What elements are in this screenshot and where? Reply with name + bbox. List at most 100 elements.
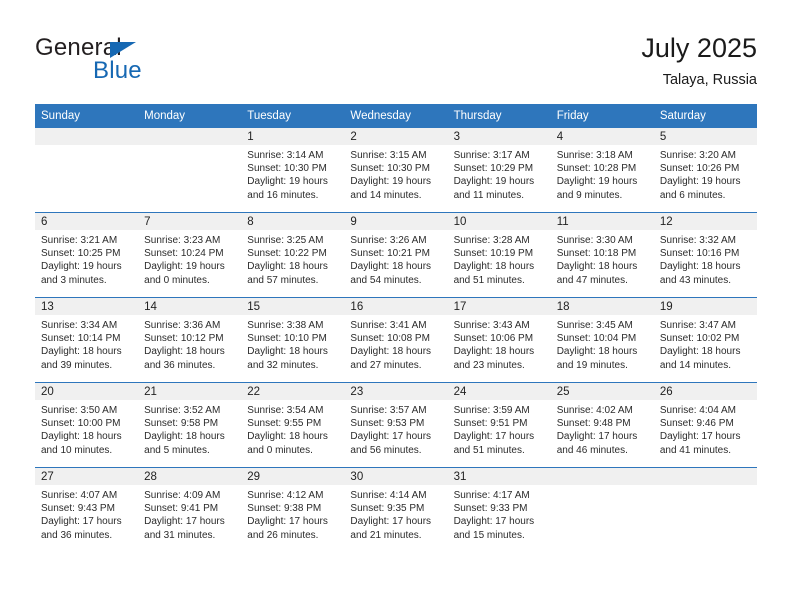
calendar-day-cell[interactable]: 8 Sunrise: 3:25 AM Sunset: 10:22 PM Dayligh… [241, 212, 345, 298]
daylight-text-line2: and 3 minutes. [41, 274, 107, 286]
day-number: 26 [653, 383, 757, 400]
weekday-header-sunday: Sunday [35, 104, 139, 128]
calendar-day-cell[interactable]: 31 Sunrise: 4:17 AM Sunset: 9:33 PM Dayligh… [447, 467, 551, 552]
calendar-day-cell[interactable]: 9 Sunrise: 3:26 AM Sunset: 10:21 PM Dayligh… [344, 212, 448, 298]
calendar-day-cell[interactable]: 18 Sunrise: 3:45 AM Sunset: 10:04 PM Daylig… [550, 297, 654, 383]
day-number: 29 [241, 468, 345, 485]
day-cell-inner [35, 128, 139, 212]
calendar-header-row: Sunday Monday Tuesday Wednesday Thursday Frid… [35, 104, 757, 128]
sunrise-text: Sunrise: 3:23 AM [144, 235, 221, 246]
day-details: Sunrise: 3:18 AM Sunset: 10:28 PM Daylight… [551, 145, 654, 202]
sunset-text: Sunset: 10:25 PM [41, 248, 121, 260]
day-cell-inner [138, 128, 242, 212]
calendar-day-cell[interactable]: 25 Sunrise: 4:02 AM Sunset: 9:48 PM Dayligh… [550, 382, 654, 468]
calendar-day-cell[interactable]: 28 Sunrise: 4:09 AM Sunset: 9:41 PM Dayligh… [138, 467, 242, 552]
day-cell-inner: 16 Sunrise: 3:41 AM Sunset: 10:08 PM Daylig… [344, 298, 448, 382]
calendar-week-row: 20 Sunrise: 3:50 AM Sunset: 10:00 PM Daylig… [35, 382, 757, 468]
sunrise-text: Sunrise: 3:59 AM [453, 405, 530, 416]
daylight-text-line2: and 14 minutes. [659, 359, 732, 371]
day-cell-inner: 10 Sunrise: 3:28 AM Sunset: 10:19 PM Daylig… [447, 213, 551, 297]
day-number: 12 [653, 213, 757, 230]
day-details: Sunrise: 4:09 AM Sunset: 9:41 PM Daylight:… [138, 485, 241, 542]
day-details: Sunrise: 3:43 AM Sunset: 10:06 PM Daylight… [448, 315, 551, 372]
brand-logo[interactable]: General Blue [35, 34, 255, 90]
day-details: Sunrise: 3:32 AM Sunset: 10:16 PM Daylight… [654, 230, 757, 287]
day-details: Sunrise: 3:57 AM Sunset: 9:53 PM Daylight:… [344, 400, 447, 457]
sunset-text: Sunset: 10:06 PM [453, 333, 534, 345]
sunset-text: Sunset: 9:55 PM [247, 418, 322, 430]
daylight-text-line1: Daylight: 18 hours [247, 431, 328, 443]
calendar-day-cell[interactable]: 22 Sunrise: 3:54 AM Sunset: 9:55 PM Dayligh… [241, 382, 345, 468]
day-number: 5 [653, 128, 757, 145]
calendar-day-cell[interactable]: 15 Sunrise: 3:38 AM Sunset: 10:10 PM Daylig… [241, 297, 345, 383]
calendar-day-cell[interactable]: 21 Sunrise: 3:52 AM Sunset: 9:58 PM Dayligh… [138, 382, 242, 468]
calendar-day-cell[interactable]: 24 Sunrise: 3:59 AM Sunset: 9:51 PM Dayligh… [447, 382, 551, 468]
day-cell-inner: 23 Sunrise: 3:57 AM Sunset: 9:53 PM Dayligh… [344, 383, 448, 467]
day-number [550, 468, 654, 485]
calendar-day-cell[interactable]: 2 Sunrise: 3:15 AM Sunset: 10:30 PM Dayligh… [344, 128, 448, 213]
calendar-day-cell[interactable]: 13 Sunrise: 3:34 AM Sunset: 10:14 PM Daylig… [35, 297, 139, 383]
calendar-day-cell[interactable]: 3 Sunrise: 3:17 AM Sunset: 10:29 PM Dayligh… [447, 128, 551, 213]
calendar-day-cell[interactable]: 5 Sunrise: 3:20 AM Sunset: 10:26 PM Dayligh… [653, 128, 757, 213]
calendar-week-row: 6 Sunrise: 3:21 AM Sunset: 10:25 PM Dayligh… [35, 212, 757, 298]
day-details: Sunrise: 3:28 AM Sunset: 10:19 PM Daylight… [448, 230, 551, 287]
daylight-text-line1: Daylight: 18 hours [453, 261, 535, 273]
calendar-day-cell[interactable]: 19 Sunrise: 3:47 AM Sunset: 10:02 PM Daylig… [653, 297, 757, 383]
sunset-text: Sunset: 10:19 PM [453, 248, 534, 260]
daylight-text-line1: Daylight: 17 hours [350, 516, 432, 528]
day-cell-inner: 3 Sunrise: 3:17 AM Sunset: 10:29 PM Dayligh… [447, 128, 551, 212]
day-details: Sunrise: 3:15 AM Sunset: 10:30 PM Daylight… [344, 145, 447, 202]
daylight-text-line1: Daylight: 17 hours [453, 431, 535, 443]
calendar-day-cell[interactable]: 14 Sunrise: 3:36 AM Sunset: 10:12 PM Daylig… [138, 297, 242, 383]
daylight-text-line1: Daylight: 18 hours [41, 346, 122, 358]
sunrise-text: Sunrise: 3:43 AM [453, 320, 530, 331]
daylight-text-line2: and 32 minutes. [247, 359, 319, 371]
daylight-text-line2: and 14 minutes. [350, 189, 422, 201]
calendar-day-cell[interactable]: 27 Sunrise: 4:07 AM Sunset: 9:43 PM Dayligh… [35, 467, 139, 552]
daylight-text-line1: Daylight: 18 hours [659, 346, 741, 358]
weekday-header-thursday: Thursday [447, 104, 551, 128]
daylight-text-line1: Daylight: 18 hours [144, 431, 225, 443]
calendar-day-cell[interactable]: 29 Sunrise: 4:12 AM Sunset: 9:38 PM Dayligh… [241, 467, 345, 552]
daylight-text-line1: Daylight: 18 hours [556, 346, 638, 358]
day-details: Sunrise: 3:54 AM Sunset: 9:55 PM Daylight:… [241, 400, 344, 457]
daylight-text-line2: and 0 minutes. [247, 444, 313, 456]
calendar-day-cell[interactable]: 12 Sunrise: 3:32 AM Sunset: 10:16 PM Daylig… [653, 212, 757, 298]
calendar-day-cell[interactable]: 7 Sunrise: 3:23 AM Sunset: 10:24 PM Dayligh… [138, 212, 242, 298]
day-cell-inner: 4 Sunrise: 3:18 AM Sunset: 10:28 PM Dayligh… [550, 128, 654, 212]
day-number [138, 128, 242, 145]
sunrise-text: Sunrise: 3:20 AM [659, 150, 736, 161]
day-number: 10 [447, 213, 551, 230]
sunset-text: Sunset: 10:04 PM [556, 333, 637, 345]
day-details: Sunrise: 3:41 AM Sunset: 10:08 PM Daylight… [344, 315, 447, 372]
day-number: 17 [447, 298, 551, 315]
calendar-day-cell[interactable]: 11 Sunrise: 3:30 AM Sunset: 10:18 PM Daylig… [550, 212, 654, 298]
daylight-text-line1: Daylight: 18 hours [41, 431, 122, 443]
sunset-text: Sunset: 9:46 PM [659, 418, 734, 430]
calendar-day-cell[interactable]: 10 Sunrise: 3:28 AM Sunset: 10:19 PM Daylig… [447, 212, 551, 298]
day-details: Sunrise: 4:12 AM Sunset: 9:38 PM Daylight:… [241, 485, 344, 542]
calendar-day-cell[interactable]: 1 Sunrise: 3:14 AM Sunset: 10:30 PM Dayligh… [241, 128, 345, 213]
calendar-day-cell[interactable]: 23 Sunrise: 3:57 AM Sunset: 9:53 PM Dayligh… [344, 382, 448, 468]
calendar-day-cell[interactable]: 16 Sunrise: 3:41 AM Sunset: 10:08 PM Daylig… [344, 297, 448, 383]
calendar-day-cell[interactable]: 26 Sunrise: 4:04 AM Sunset: 9:46 PM Dayligh… [653, 382, 757, 468]
sunrise-text: Sunrise: 3:52 AM [144, 405, 221, 416]
day-number: 9 [344, 213, 448, 230]
day-details: Sunrise: 3:38 AM Sunset: 10:10 PM Daylight… [241, 315, 344, 372]
day-number: 8 [241, 213, 345, 230]
sunset-text: Sunset: 10:24 PM [144, 248, 224, 260]
calendar-day-cell-empty [138, 128, 242, 213]
day-number: 18 [550, 298, 654, 315]
calendar-day-cell[interactable]: 30 Sunrise: 4:14 AM Sunset: 9:35 PM Dayligh… [344, 467, 448, 552]
sunrise-text: Sunrise: 3:14 AM [247, 150, 324, 161]
day-details [138, 145, 241, 149]
sunrise-text: Sunrise: 3:41 AM [350, 320, 427, 331]
day-cell-inner: 18 Sunrise: 3:45 AM Sunset: 10:04 PM Daylig… [550, 298, 654, 382]
calendar-day-cell[interactable]: 4 Sunrise: 3:18 AM Sunset: 10:28 PM Dayligh… [550, 128, 654, 213]
daylight-text-line2: and 54 minutes. [350, 274, 422, 286]
calendar-day-cell[interactable]: 17 Sunrise: 3:43 AM Sunset: 10:06 PM Daylig… [447, 297, 551, 383]
calendar-day-cell[interactable]: 6 Sunrise: 3:21 AM Sunset: 10:25 PM Dayligh… [35, 212, 139, 298]
calendar-table: Sunday Monday Tuesday Wednesday Thursday Frid… [35, 104, 757, 552]
calendar-day-cell[interactable]: 20 Sunrise: 3:50 AM Sunset: 10:00 PM Daylig… [35, 382, 139, 468]
calendar-day-cell-empty [35, 128, 139, 213]
